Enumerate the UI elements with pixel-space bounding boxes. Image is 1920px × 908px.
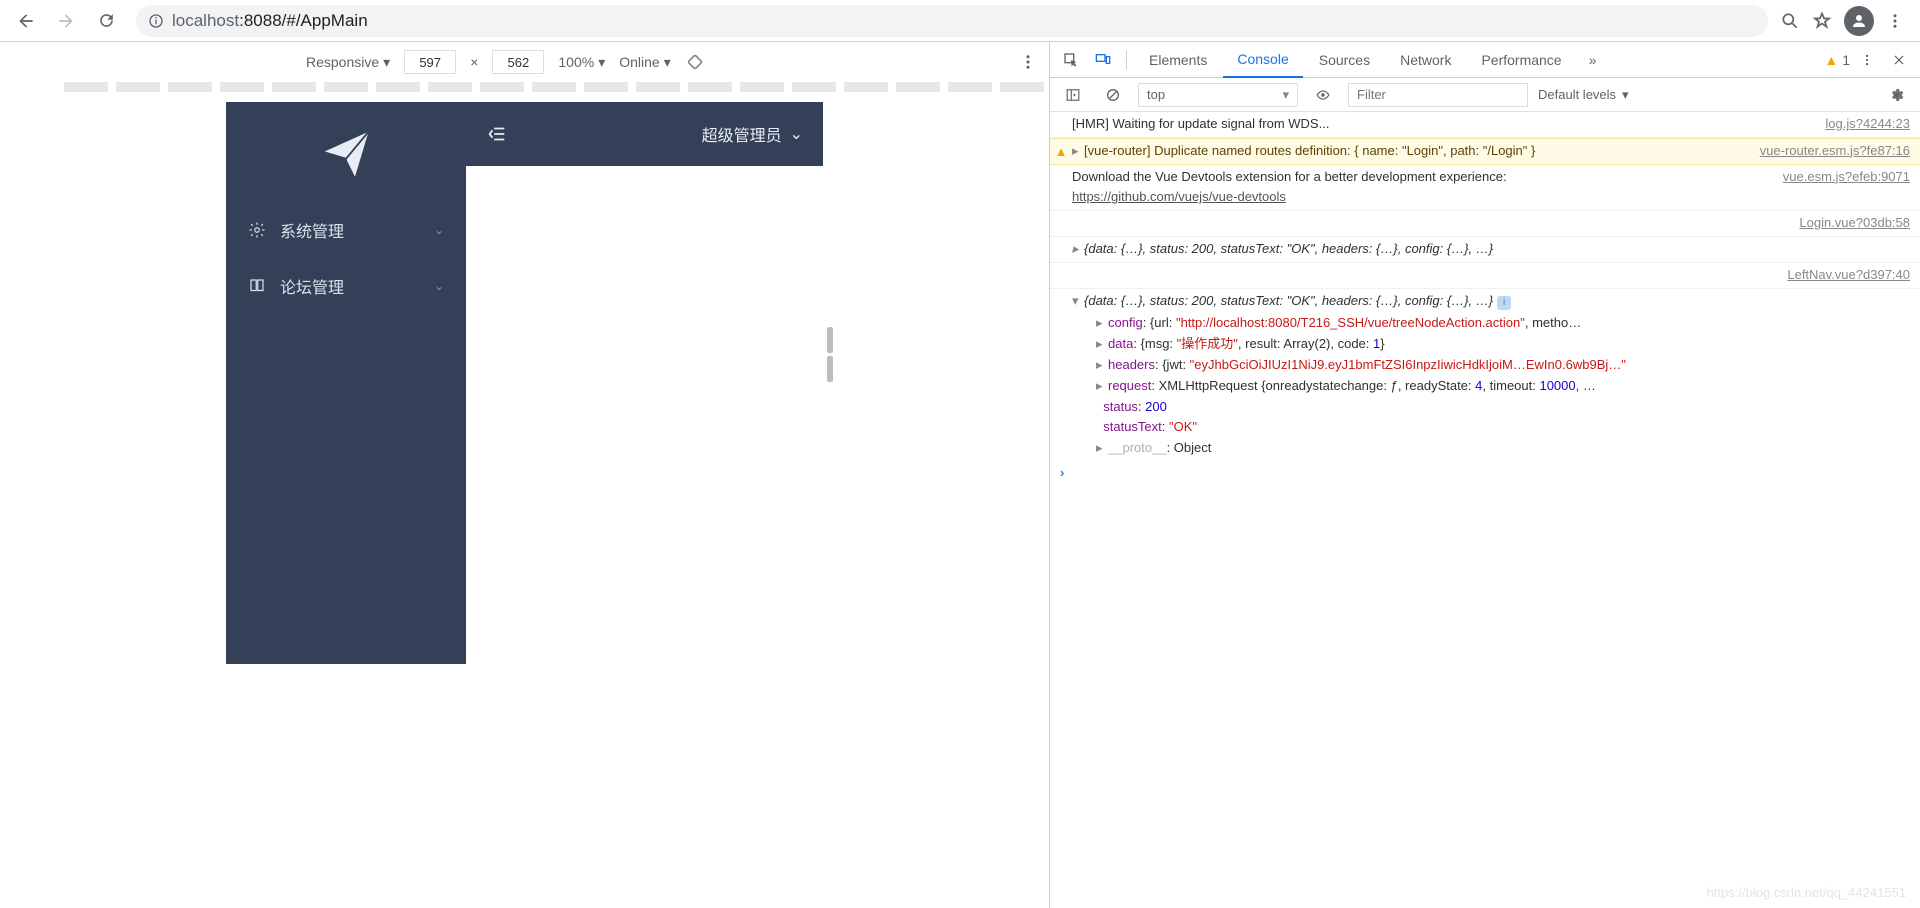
network-select[interactable]: Online ▾: [619, 54, 671, 71]
object-prop[interactable]: ▸config: {url: "http://localhost:8080/T2…: [1050, 313, 1920, 334]
forward-button[interactable]: [48, 3, 84, 39]
prompt-caret-icon: ›: [1060, 463, 1064, 484]
dim-separator: ×: [470, 54, 478, 70]
app-sidebar: 系统管理 ⌄ 论坛管理 ⌄: [226, 102, 466, 664]
log-row-warning[interactable]: ▲ ▸[vue-router] Duplicate named routes d…: [1050, 138, 1920, 165]
kebab-icon[interactable]: [1019, 53, 1037, 71]
console-prompt[interactable]: ›: [1050, 459, 1920, 488]
object-prop[interactable]: ▸__proto__: Object: [1050, 438, 1920, 459]
object-prop[interactable]: ▸data: {msg: "操作成功", result: Array(2), c…: [1050, 334, 1920, 355]
kebab-icon[interactable]: [1852, 45, 1882, 75]
browser-toolbar: localhost:8088/#/AppMain: [0, 0, 1920, 42]
tab-console[interactable]: Console: [1223, 42, 1302, 78]
arrow-right-icon: [56, 11, 76, 31]
warning-count[interactable]: ▲1: [1824, 52, 1850, 68]
arrow-left-icon: [16, 11, 36, 31]
paper-plane-icon: [319, 125, 373, 179]
tab-network[interactable]: Network: [1386, 42, 1465, 78]
source-link[interactable]: Login.vue?03db:58: [1785, 213, 1910, 234]
sidebar-item-label: 论坛管理: [280, 274, 420, 298]
clear-console-icon[interactable]: [1098, 80, 1128, 110]
viewport-height-input[interactable]: [492, 50, 544, 74]
context-select[interactable]: top: [1138, 83, 1298, 107]
star-icon[interactable]: [1812, 11, 1832, 31]
reload-icon: [97, 11, 116, 30]
object-prop[interactable]: ▸request: XMLHttpRequest {onreadystatech…: [1050, 376, 1920, 397]
log-row[interactable]: Download the Vue Devtools extension for …: [1050, 165, 1920, 212]
user-label: 超级管理员: [702, 122, 782, 146]
app-logo: [226, 102, 466, 202]
devtools-tabs: Elements Console Sources Network Perform…: [1050, 42, 1920, 78]
sidebar-item-forum[interactable]: 论坛管理 ⌄: [226, 258, 466, 314]
source-link-row: Login.vue?03db:58: [1050, 211, 1920, 237]
ruler: [0, 82, 1049, 96]
browser-right-icons: [1780, 6, 1912, 36]
reload-button[interactable]: [88, 3, 124, 39]
user-dropdown[interactable]: 超级管理员 ⌄: [702, 122, 803, 146]
info-icon: [148, 13, 164, 29]
devtools-link[interactable]: https://github.com/vuejs/vue-devtools: [1072, 189, 1286, 204]
zoom-icon[interactable]: [1780, 11, 1800, 31]
device-mode-select[interactable]: Responsive ▾: [306, 54, 390, 71]
sidebar-item-system[interactable]: 系统管理 ⌄: [226, 202, 466, 258]
url-text: localhost:8088/#/AppMain: [172, 11, 368, 31]
warning-icon: ▲: [1054, 142, 1068, 163]
sidebar-toggle-icon[interactable]: [1058, 80, 1088, 110]
profile-avatar[interactable]: [1844, 6, 1874, 36]
more-tabs-icon[interactable]: »: [1578, 45, 1608, 75]
tab-sources[interactable]: Sources: [1305, 42, 1384, 78]
console-body[interactable]: [HMR] Waiting for update signal from WDS…: [1050, 112, 1920, 908]
chevron-down-icon: ⌄: [434, 223, 444, 237]
chevron-down-icon: ⌄: [434, 279, 444, 293]
viewport-width-input[interactable]: [404, 50, 456, 74]
log-levels-select[interactable]: Default levels ▾: [1538, 87, 1629, 103]
watermark: https://blog.csdn.net/qq_44241551: [1707, 885, 1907, 900]
device-toggle-icon[interactable]: [1088, 45, 1118, 75]
kebab-icon[interactable]: [1886, 12, 1904, 30]
back-button[interactable]: [8, 3, 44, 39]
close-devtools-icon[interactable]: [1884, 45, 1914, 75]
log-row[interactable]: [HMR] Waiting for update signal from WDS…: [1050, 112, 1920, 138]
source-link[interactable]: log.js?4244:23: [1811, 114, 1910, 135]
tab-elements[interactable]: Elements: [1135, 42, 1221, 78]
person-icon: [1850, 12, 1868, 30]
tab-performance[interactable]: Performance: [1467, 42, 1575, 78]
rotate-icon[interactable]: [685, 52, 705, 72]
settings-icon[interactable]: [1882, 80, 1912, 110]
object-prop[interactable]: ▸headers: {jwt: "eyJhbGciOiJIUzI1NiJ9.ey…: [1050, 355, 1920, 376]
gear-icon: [248, 221, 266, 239]
chevron-down-icon: ⌄: [790, 124, 803, 144]
object-prop[interactable]: statusText: "OK": [1050, 417, 1920, 438]
devtools-panel: Elements Console Sources Network Perform…: [1050, 42, 1920, 908]
info-badge-icon: i: [1497, 296, 1511, 310]
menu-collapse-icon[interactable]: [486, 123, 508, 145]
zoom-select[interactable]: 100% ▾: [558, 54, 605, 71]
address-bar[interactable]: localhost:8088/#/AppMain: [136, 5, 1768, 37]
inspect-icon[interactable]: [1056, 45, 1086, 75]
log-row-object[interactable]: ▸{data: {…}, status: 200, statusText: "O…: [1050, 237, 1920, 263]
source-link[interactable]: LeftNav.vue?d397:40: [1773, 265, 1910, 286]
warning-icon: ▲: [1824, 52, 1838, 68]
device-toolbar: Responsive ▾ × 100% ▾ Online ▾: [0, 42, 1049, 82]
log-row-object-expanded[interactable]: ▾{data: {…}, status: 200, statusText: "O…: [1050, 289, 1920, 314]
console-toolbar: top Default levels ▾: [1050, 78, 1920, 112]
source-link[interactable]: vue-router.esm.js?fe87:16: [1746, 141, 1910, 162]
source-link-row: LeftNav.vue?d397:40: [1050, 263, 1920, 289]
app-header: 超级管理员 ⌄: [466, 102, 823, 166]
resize-handle[interactable]: [827, 327, 835, 387]
app-viewport: 系统管理 ⌄ 论坛管理 ⌄ 超级管理员 ⌄: [226, 102, 823, 664]
sidebar-item-label: 系统管理: [280, 218, 420, 242]
live-expression-icon[interactable]: [1308, 80, 1338, 110]
filter-input[interactable]: [1348, 83, 1528, 107]
object-prop[interactable]: status: 200: [1050, 397, 1920, 418]
source-link[interactable]: vue.esm.js?efeb:9071: [1769, 167, 1910, 209]
book-icon: [248, 277, 266, 295]
